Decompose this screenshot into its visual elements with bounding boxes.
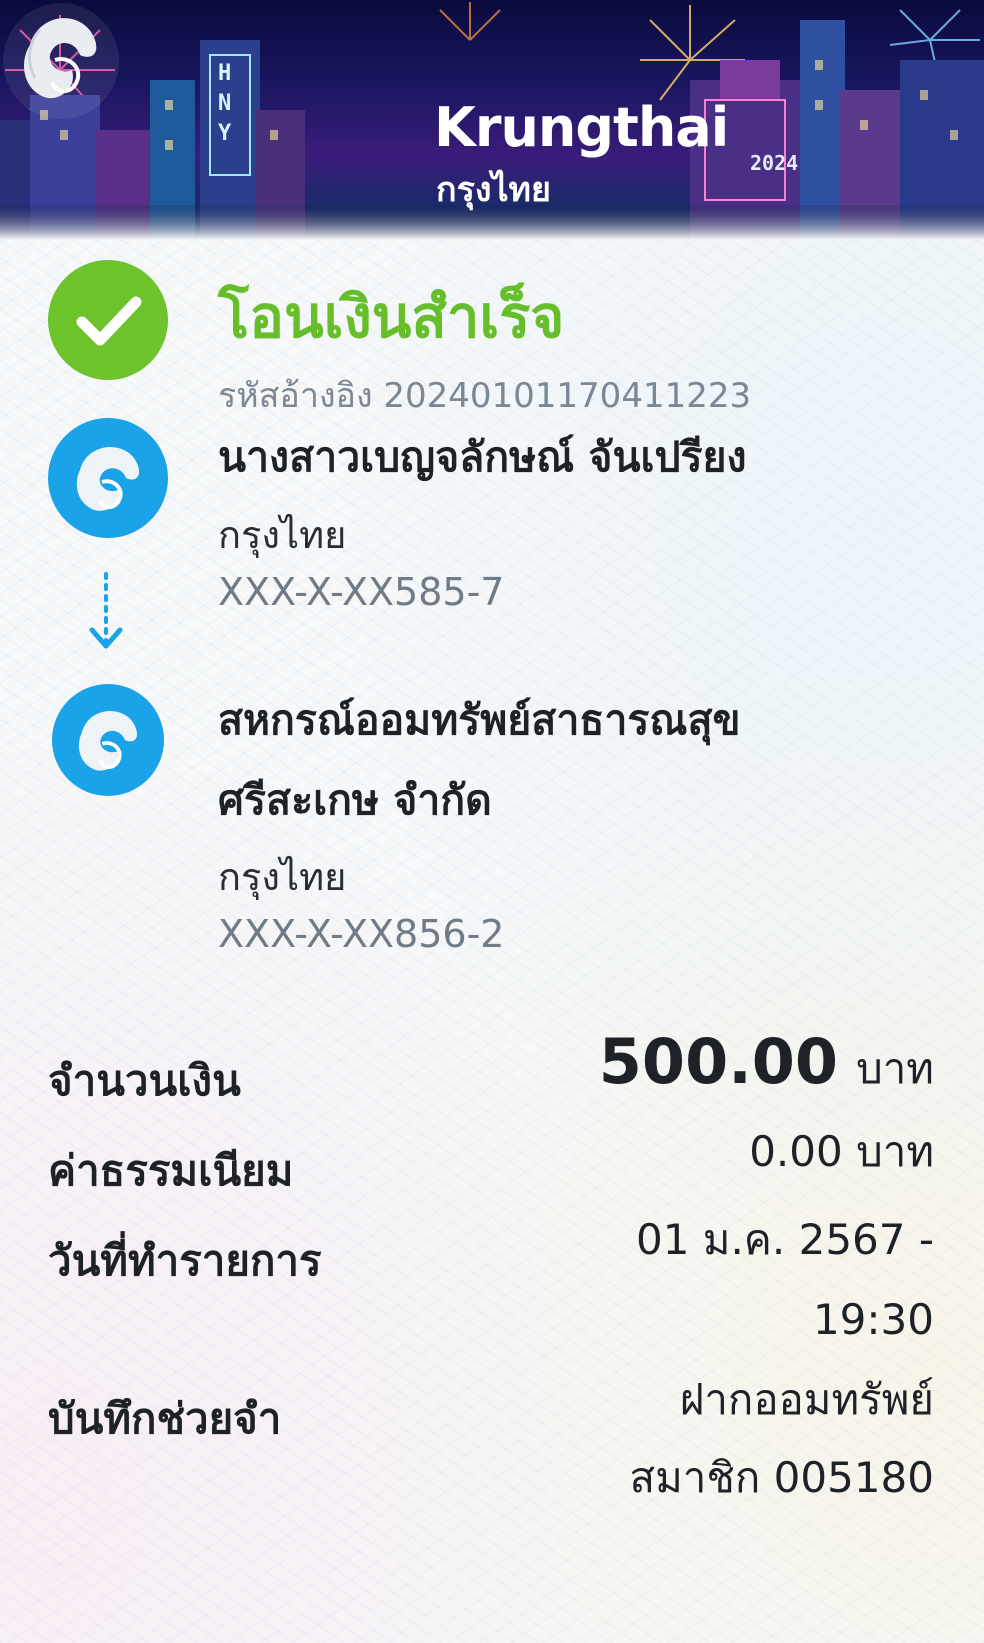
receiver-account: XXX-X-XX856-2: [218, 912, 505, 956]
receiver-name-line1: สหกรณ์ออมทรัพย์สาธารณสุข: [218, 696, 741, 744]
amount-value: 500.00: [598, 1025, 839, 1098]
transaction-time: 19:30: [812, 1295, 934, 1344]
fee-value: 0.00 บาท: [749, 1127, 934, 1176]
amount-unit: บาท: [856, 1044, 934, 1093]
receiver-bank: กรุงไทย: [218, 855, 347, 899]
header-banner: H N Y 2024 Krungthai กรุงไทย: [0, 0, 984, 240]
arrow-down-icon: [89, 572, 123, 649]
amount-value-row: 500.00 บาท: [599, 1022, 934, 1109]
memo-label: บันทึกช่วยจำ: [48, 1394, 282, 1443]
brand-name-th: กรุงไทย: [436, 170, 551, 210]
fee-label: ค่าธรรมเนียม: [48, 1146, 294, 1195]
transaction-date-line1: 01 ม.ค. 2567 -: [635, 1215, 934, 1264]
sender-bank: กรุงไทย: [218, 513, 347, 557]
receiver-name-line2: ศรีสะเกษ จำกัด: [218, 776, 492, 824]
transfer-status-title: โอนเงินสำเร็จ: [218, 283, 565, 351]
sender-name: นางสาวเบญจลักษณ์ จันเปรียง: [218, 433, 747, 481]
svg-text:N: N: [218, 91, 231, 116]
transaction-date-label: วันที่ทำรายการ: [48, 1236, 322, 1285]
building-sign-hny: H: [218, 61, 231, 86]
krungthai-logo-icon: [3, 3, 119, 119]
success-icon: [48, 260, 168, 380]
sender-bank-logo-icon: [48, 418, 168, 538]
year-sign: 2024: [750, 151, 798, 175]
memo-line2: สมาชิก 005180: [629, 1453, 934, 1502]
receiver-bank-logo-icon: [52, 684, 164, 796]
transfer-slip: โอนเงินสำเร็จ รหัสอ้างอิง 20240101170411…: [0, 240, 984, 1643]
brand-name-en: Krungthai: [434, 96, 729, 159]
sender-account: XXX-X-XX585-7: [218, 570, 505, 614]
reference-number: รหัสอ้างอิง 20240101170411223: [218, 376, 752, 416]
svg-text:Y: Y: [218, 121, 232, 146]
memo-line1: ฝากออมทรัพย์: [679, 1375, 934, 1424]
amount-label: จำนวนเงิน: [48, 1056, 241, 1105]
